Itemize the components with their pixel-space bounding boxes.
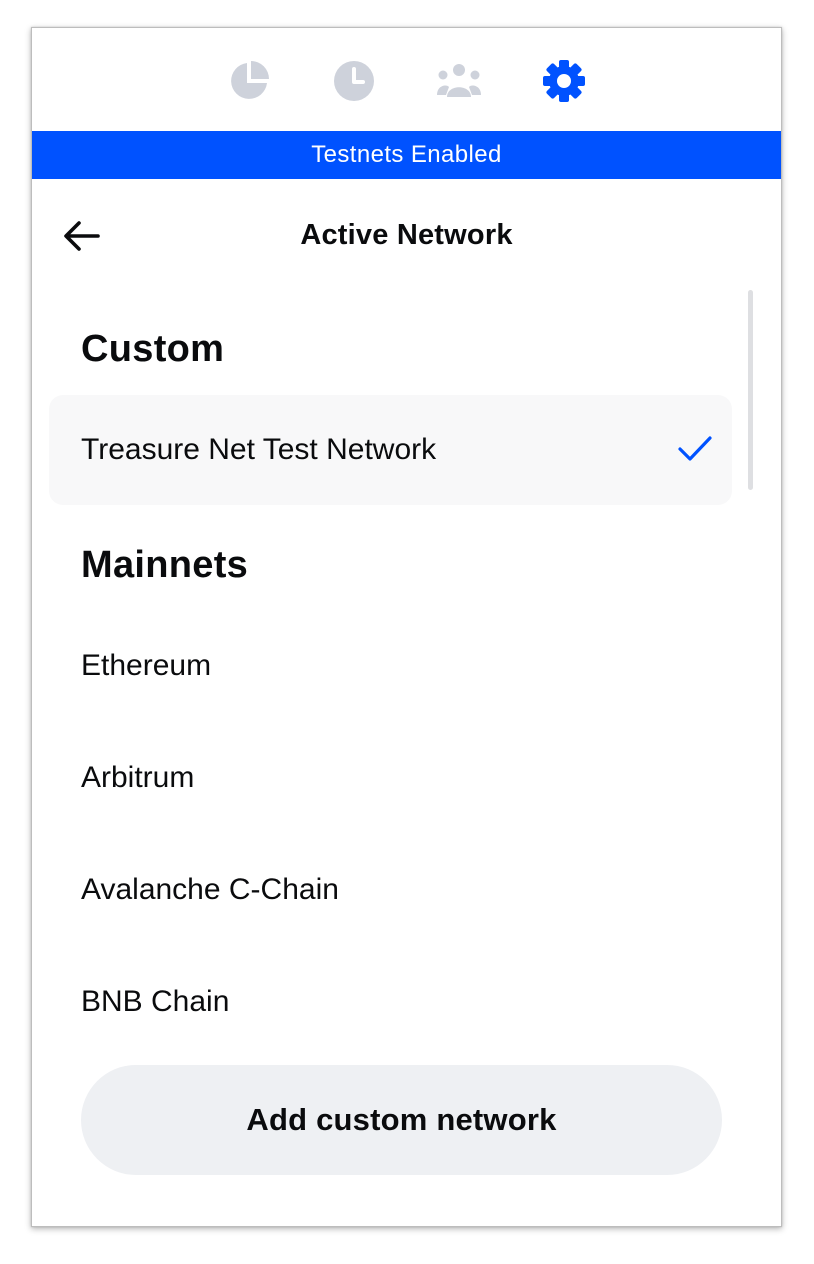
tab-people[interactable] <box>430 52 488 110</box>
pie-chart-icon <box>231 60 269 99</box>
network-item-treasure-net[interactable]: Treasure Net Test Network <box>49 395 732 505</box>
network-item-avalanche[interactable]: Avalanche C-Chain <box>49 835 732 945</box>
network-label: Ethereum <box>81 649 212 682</box>
network-item-ethereum[interactable]: Ethereum <box>49 611 732 721</box>
scrollbar[interactable] <box>748 290 753 490</box>
add-custom-network-button[interactable]: Add custom network <box>81 1065 722 1175</box>
network-label: Treasure Net Test Network <box>81 433 437 466</box>
network-item-arbitrum[interactable]: Arbitrum <box>49 723 732 833</box>
network-label: Avalanche C-Chain <box>81 873 339 906</box>
gear-icon <box>543 59 585 102</box>
testnets-banner: Testnets Enabled <box>32 131 781 179</box>
page-header: Active Network <box>32 179 781 289</box>
network-label: Arbitrum <box>81 761 195 794</box>
tab-assets[interactable] <box>220 52 278 110</box>
page-title: Active Network <box>300 219 513 251</box>
tab-activity[interactable] <box>325 52 383 110</box>
checkmark-icon <box>678 436 712 461</box>
network-label: BNB Chain <box>81 985 230 1018</box>
clock-icon <box>334 60 374 101</box>
top-tab-bar <box>32 28 781 131</box>
tab-settings[interactable] <box>535 52 593 110</box>
extension-window: Testnets Enabled Active Network Custom T… <box>31 27 782 1227</box>
network-item-bnb-chain[interactable]: BNB Chain <box>49 947 732 1057</box>
people-icon <box>437 63 481 97</box>
section-title-custom: Custom <box>81 328 225 370</box>
section-title-mainnets: Mainnets <box>81 544 249 586</box>
